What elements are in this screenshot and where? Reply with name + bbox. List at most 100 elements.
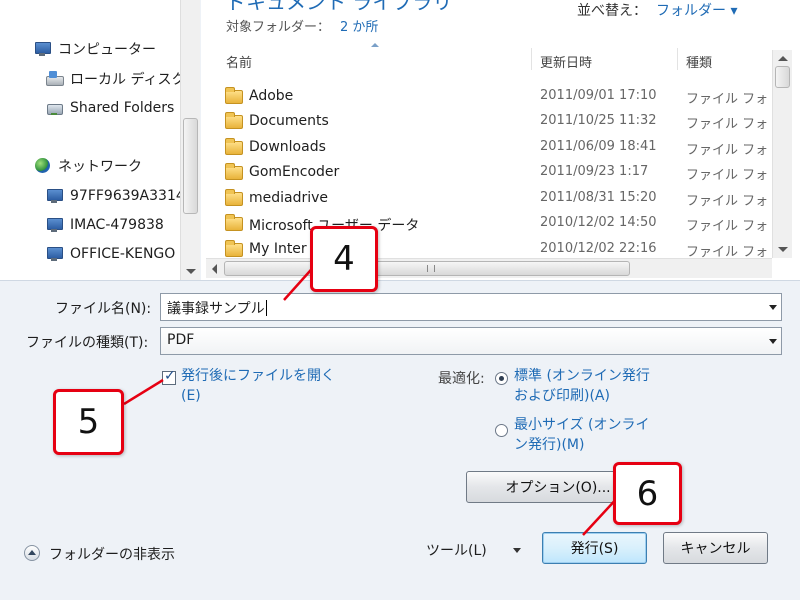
nav-item-label: ローカル ディスク [70,72,180,88]
file-name: GomEncoder [249,164,340,180]
file-list-horizontal-scrollbar[interactable] [206,258,772,278]
sort-label: 並べ替え： [577,3,647,19]
scroll-grip-icon [427,265,435,272]
table-row[interactable]: GomEncoder 2011/09/23 1:17 ファイル フォ [201,162,771,187]
filetype-value: PDF [167,332,195,348]
file-date: 2011/06/09 18:41 [540,139,657,154]
nav-item-computer[interactable]: コンピューター [34,38,156,60]
chevron-down-icon[interactable] [513,548,521,553]
optimize-standard-radio[interactable] [495,372,508,385]
column-header-date[interactable]: 更新日時 [540,52,592,71]
file-date: 2011/09/01 17:10 [540,88,657,103]
optimize-minimum-radio[interactable] [495,424,508,437]
network-computer-icon [46,246,64,262]
file-name: Documents [249,113,329,129]
nav-item-label: OFFICE-KENGO [70,246,176,262]
nav-item-local-disk[interactable]: ローカル ディスク [46,68,180,90]
scroll-down-icon[interactable] [778,247,788,252]
file-type: ファイル フォ [686,194,769,209]
chevron-down-icon[interactable] [769,305,777,310]
scroll-up-icon[interactable] [778,56,788,61]
hide-folders-link[interactable]: フォルダーの非表示 [49,544,175,564]
callout-step-6: 6 [613,462,682,525]
publish-button[interactable]: 発行(S) [542,532,647,564]
column-divider[interactable] [531,48,532,70]
nav-item-label: コンピューター [58,42,156,58]
tools-menu[interactable]: ツール(L) [426,540,487,560]
file-type: ファイル フォ [686,168,769,183]
file-name: My Inter [249,241,307,257]
network-computer-icon [46,188,64,204]
file-type: ファイル フォ [686,143,769,158]
filetype-label: ファイルの種類(T): [26,335,149,351]
open-after-publish-label-shortcut[interactable]: (E) [181,386,201,406]
target-folder-count[interactable]: 2 か所 [340,16,378,35]
filename-input[interactable]: 議事録サンプル [160,293,782,321]
local-disk-icon [46,71,64,87]
file-date: 2011/08/31 15:20 [540,190,657,205]
column-header-name[interactable]: 名前 [226,52,252,71]
computer-icon [34,41,52,57]
nav-scroll-thumb[interactable] [183,118,198,214]
column-divider[interactable] [677,48,678,70]
table-row[interactable]: mediadrive 2011/08/31 15:20 ファイル フォ [201,188,771,213]
file-date: 2011/09/23 1:17 [540,164,649,179]
file-name: mediadrive [249,190,329,206]
nav-item-shared-folders[interactable]: Shared Folders [46,97,180,119]
text-cursor [265,300,267,316]
vertical-scroll-thumb[interactable] [775,66,790,88]
table-row[interactable]: Adobe 2011/09/01 17:10 ファイル フォ [201,86,771,111]
optimize-minimum-label[interactable]: 最小サイズ (オンライ [514,415,650,435]
open-after-publish-checkbox[interactable] [162,368,176,385]
collapse-up-icon[interactable] [24,545,40,561]
table-row[interactable]: Downloads 2011/06/09 18:41 ファイル フォ [201,137,771,162]
scroll-down-icon[interactable] [186,269,196,274]
optimize-label: 最適化: [438,371,485,387]
scroll-left-icon[interactable] [212,264,217,274]
file-type: ファイル フォ [686,92,769,107]
file-list-vertical-scrollbar[interactable] [772,50,792,258]
folder-icon [225,240,243,257]
filename-value: 議事録サンプル [167,301,265,317]
optimize-standard-label[interactable]: 標準 (オンライン発行 [514,366,650,386]
nav-item-label: IMAC-479838 [70,217,164,233]
open-after-publish-label[interactable]: 発行後にファイルを開く [181,366,335,386]
nav-scrollbar[interactable] [180,0,200,280]
folder-icon [225,163,243,180]
file-type: ファイル フォ [686,117,769,132]
table-row[interactable]: Documents 2011/10/25 11:32 ファイル フォ [201,111,771,136]
cancel-button[interactable]: キャンセル [663,532,768,564]
network-icon [34,158,52,174]
network-computer-icon [46,217,64,233]
file-name: Adobe [249,88,294,104]
folder-icon [225,138,243,155]
nav-item-network-computer-2[interactable]: IMAC-479838 [46,214,180,236]
nav-item-label: Shared Folders [70,100,175,116]
callout-step-4: 4 [310,226,378,292]
nav-item-label: 97FF9639A3314 [70,188,180,204]
nav-item-network-computer-3[interactable]: OFFICE-KENGO [46,243,180,265]
library-title: ドキュメント ライブラリ [226,0,453,14]
filename-label: ファイル名(N): [55,301,152,317]
sort-dropdown[interactable]: フォルダー ▾ [656,0,737,20]
nav-item-network-computer-1[interactable]: 97FF9639A3314 [46,185,180,207]
optimize-minimum-label-line2[interactable]: ン発行)(M) [514,435,584,455]
folder-icon [225,112,243,129]
folder-icon [225,87,243,104]
chevron-down-icon[interactable] [769,339,777,344]
callout-step-5: 5 [53,389,124,455]
sort-ascending-icon [371,43,379,47]
shared-folders-icon [46,100,64,116]
column-header-type[interactable]: 種類 [686,52,712,71]
nav-item-network[interactable]: ネットワーク [34,155,142,177]
horizontal-scroll-thumb[interactable] [224,261,630,276]
optimize-standard-label-line2[interactable]: および印刷)(A) [514,386,610,406]
file-name: Downloads [249,139,326,155]
folder-icon [225,214,243,231]
nav-item-label: ネットワーク [58,159,142,175]
filetype-select[interactable]: PDF [160,327,782,355]
file-date: 2010/12/02 14:50 [540,215,657,230]
file-date: 2010/12/02 22:16 [540,241,657,256]
target-folder-label: 対象フォルダー： [226,20,331,35]
table-row[interactable]: Microsoft ユーザー データ 2010/12/02 14:50 ファイル… [201,213,771,238]
